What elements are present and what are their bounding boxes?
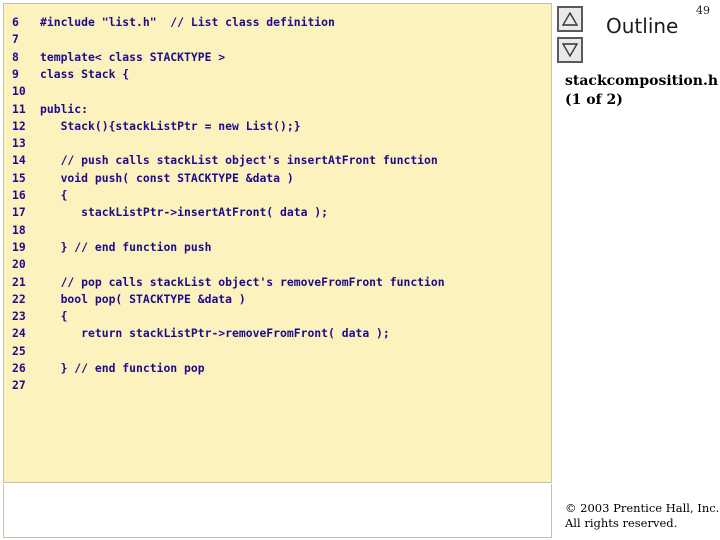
triangle-down-icon <box>562 43 578 58</box>
outline-up-button[interactable] <box>557 6 583 32</box>
line-number: 6 <box>12 15 19 29</box>
line-code: class Stack { <box>40 66 130 81</box>
line-number: 7 <box>12 32 19 47</box>
line-code: } // end function push <box>40 239 212 254</box>
line-code: return stackListPtr->removeFromFront( da… <box>40 326 390 341</box>
line-number: 15 <box>12 170 26 185</box>
line-number: 12 <box>12 118 26 133</box>
line-number: 8 <box>12 49 19 64</box>
line-code: void push( const STACKTYPE &data ) <box>40 170 294 185</box>
line-number: 20 <box>12 257 26 272</box>
line-number: 11 <box>12 101 26 116</box>
outline-down-button[interactable] <box>557 37 583 63</box>
line-code: { <box>40 309 68 324</box>
line-code: } // end function pop <box>40 361 205 375</box>
line-code: stackListPtr->insertAtFront( data ); <box>40 205 329 220</box>
line-code: public: <box>40 101 89 116</box>
line-number: 18 <box>12 222 26 237</box>
line-code: Stack(){stackListPtr = new List();} <box>40 118 301 133</box>
code-listing-panel: 6 #include "list.h" // List class definit… <box>3 3 552 483</box>
line-number: 9 <box>12 66 19 81</box>
line-code: bool pop( STACKTYPE &data ) <box>40 291 246 306</box>
line-number: 24 <box>12 326 26 341</box>
line-number: 25 <box>12 343 26 358</box>
copyright-line-1: © 2003 Prentice Hall, Inc. <box>565 501 720 515</box>
line-code: #include "list.h" // List class definiti… <box>40 15 335 29</box>
line-number: 14 <box>12 153 26 168</box>
line-number: 19 <box>12 239 26 254</box>
line-number: 17 <box>12 205 26 220</box>
file-title: stackcomposition.h (1 of 2) <box>565 72 718 110</box>
line-number: 10 <box>12 84 26 99</box>
line-code: // push calls stackList object's insertA… <box>40 153 438 168</box>
line-number: 27 <box>12 378 26 393</box>
copyright-notice: © 2003 Prentice Hall, Inc. All rights re… <box>565 501 719 531</box>
outline-label: Outline <box>606 14 679 38</box>
copyright-line-2: All rights reserved. <box>565 516 678 530</box>
line-number: 13 <box>12 136 26 151</box>
line-code: // pop calls stackList object's removeFr… <box>40 274 445 289</box>
line-code: { <box>40 188 68 202</box>
file-part: (1 of 2) <box>565 92 623 108</box>
triangle-up-icon <box>562 11 578 26</box>
slide-number: 49 <box>696 4 710 17</box>
line-number: 23 <box>12 309 26 324</box>
file-name: stackcomposition.h <box>565 73 719 89</box>
line-code: template< class STACKTYPE > <box>40 49 226 64</box>
line-number: 22 <box>12 291 26 306</box>
code-panel-bottom-strip <box>3 484 552 538</box>
line-number: 21 <box>12 274 26 289</box>
line-number: 26 <box>12 361 26 375</box>
line-number: 16 <box>12 188 26 202</box>
